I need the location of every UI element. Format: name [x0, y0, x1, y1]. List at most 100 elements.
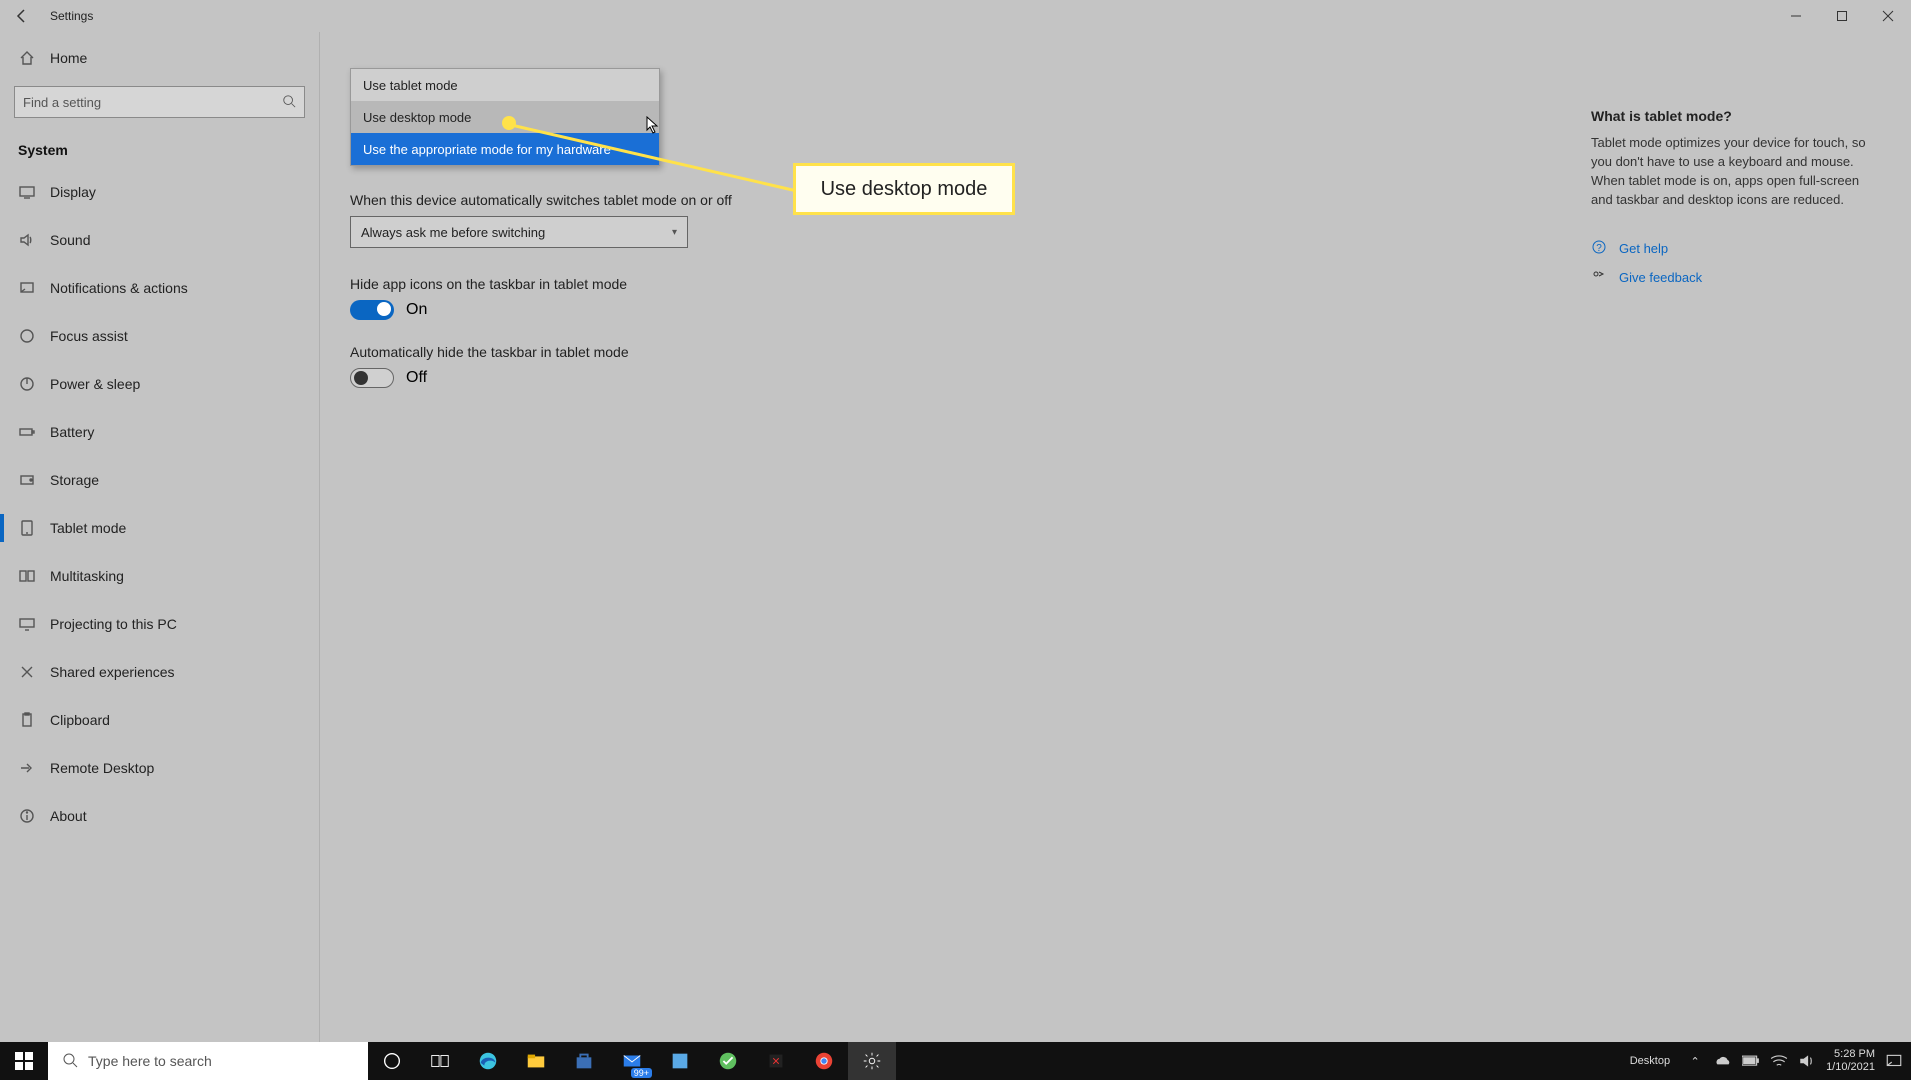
sidebar-item-label: Battery: [50, 424, 94, 440]
edge-icon[interactable]: [464, 1042, 512, 1080]
window-controls: [1773, 0, 1911, 32]
tray-clock[interactable]: 5:28 PM 1/10/2021: [1826, 1048, 1875, 1073]
sidebar-item-display[interactable]: Display: [0, 168, 319, 216]
info-heading: What is tablet mode?: [1591, 108, 1871, 124]
desktop-label[interactable]: Desktop: [1630, 1055, 1670, 1067]
store-icon[interactable]: [560, 1042, 608, 1080]
cortana-icon[interactable]: [368, 1042, 416, 1080]
feedback-label: Give feedback: [1619, 270, 1702, 285]
search-icon: [62, 1052, 78, 1071]
sidebar-item-about[interactable]: About: [0, 792, 319, 840]
hide-icons-toggle[interactable]: [350, 300, 394, 320]
sidebar-item-tablet-mode[interactable]: Tablet mode: [0, 504, 319, 552]
hide-taskbar-toggle[interactable]: [350, 368, 394, 388]
multitasking-icon: [18, 567, 36, 585]
mail-badge: 99+: [631, 1068, 652, 1078]
search-input[interactable]: Find a setting: [14, 86, 305, 118]
sidebar-item-projecting[interactable]: Projecting to this PC: [0, 600, 319, 648]
task-view-icon[interactable]: [416, 1042, 464, 1080]
start-button[interactable]: [0, 1042, 48, 1080]
sidebar-item-focus-assist[interactable]: Focus assist: [0, 312, 319, 360]
back-button[interactable]: [0, 0, 44, 32]
sidebar-item-label: Notifications & actions: [50, 280, 188, 296]
sidebar-item-storage[interactable]: Storage: [0, 456, 319, 504]
sidebar-item-shared[interactable]: Shared experiences: [0, 648, 319, 696]
sidebar-item-battery[interactable]: Battery: [0, 408, 319, 456]
help-icon: ?: [1591, 239, 1607, 258]
titlebar: Settings: [0, 0, 1911, 32]
tray-chevron-icon[interactable]: ⌃: [1686, 1052, 1704, 1070]
callout-text: Use desktop mode: [821, 178, 988, 201]
sidebar-item-sound[interactable]: Sound: [0, 216, 319, 264]
sidebar-item-label: Storage: [50, 472, 99, 488]
sidebar-home-label: Home: [50, 50, 87, 66]
sidebar-item-label: Display: [50, 184, 96, 200]
volume-icon[interactable]: [1798, 1052, 1816, 1070]
sidebar-item-clipboard[interactable]: Clipboard: [0, 696, 319, 744]
dropdown-option-label: Use desktop mode: [363, 110, 471, 125]
sidebar-category: System: [0, 128, 319, 168]
taskbar-search-placeholder: Type here to search: [88, 1053, 212, 1069]
callout-box: Use desktop mode: [793, 163, 1015, 215]
sidebar-item-label: Projecting to this PC: [50, 616, 177, 632]
feedback-icon: [1591, 268, 1607, 287]
sidebar-item-label: Shared experiences: [50, 664, 175, 680]
sidebar-item-label: Clipboard: [50, 712, 110, 728]
tray-time: 5:28 PM: [1826, 1048, 1875, 1061]
sidebar-item-label: About: [50, 808, 87, 824]
sidebar-item-remote[interactable]: Remote Desktop: [0, 744, 319, 792]
app-icon-1[interactable]: [656, 1042, 704, 1080]
get-help-link[interactable]: ? Get help: [1591, 239, 1871, 258]
sidebar-home[interactable]: Home: [0, 36, 319, 80]
app-icon-2[interactable]: [704, 1042, 752, 1080]
taskbar-search[interactable]: Type here to search: [48, 1042, 368, 1080]
close-button[interactable]: [1865, 0, 1911, 32]
projecting-icon: [18, 615, 36, 633]
maximize-button[interactable]: [1819, 0, 1865, 32]
switch-mode-combo[interactable]: Always ask me before switching ▾: [350, 216, 688, 248]
wifi-icon[interactable]: [1770, 1052, 1788, 1070]
sidebar-item-label: Multitasking: [50, 568, 124, 584]
battery-tray-icon[interactable]: [1742, 1052, 1760, 1070]
tablet-icon: [18, 519, 36, 537]
callout-dot: [502, 116, 516, 130]
app-icon-3[interactable]: [752, 1042, 800, 1080]
power-icon: [18, 375, 36, 393]
sidebar-item-label: Focus assist: [50, 328, 128, 344]
notifications-tray-icon[interactable]: [1885, 1052, 1903, 1070]
feedback-link[interactable]: Give feedback: [1591, 268, 1871, 287]
search-placeholder: Find a setting: [23, 95, 101, 110]
switch-mode-value: Always ask me before switching: [361, 225, 545, 240]
onedrive-icon[interactable]: [1714, 1052, 1732, 1070]
notifications-icon: [18, 279, 36, 297]
get-help-label: Get help: [1619, 241, 1668, 256]
hide-icons-value: On: [406, 301, 427, 319]
dropdown-option-label: Use the appropriate mode for my hardware: [363, 142, 611, 157]
sidebar-item-label: Remote Desktop: [50, 760, 154, 776]
main-content: When this device automatically switches …: [320, 32, 1911, 1042]
clipboard-icon: [18, 711, 36, 729]
sidebar-item-multitasking[interactable]: Multitasking: [0, 552, 319, 600]
sidebar: Home Find a setting System Display Sound…: [0, 32, 320, 1042]
sidebar-item-notifications[interactable]: Notifications & actions: [0, 264, 319, 312]
sidebar-item-label: Power & sleep: [50, 376, 140, 392]
tray-date: 1/10/2021: [1826, 1061, 1875, 1074]
sidebar-item-label: Tablet mode: [50, 520, 126, 536]
battery-icon: [18, 423, 36, 441]
storage-icon: [18, 471, 36, 489]
chrome-icon[interactable]: [800, 1042, 848, 1080]
hide-taskbar-label: Automatically hide the taskbar in tablet…: [350, 344, 1050, 360]
sound-icon: [18, 231, 36, 249]
hide-icons-label: Hide app icons on the taskbar in tablet …: [350, 276, 1050, 292]
hide-taskbar-value: Off: [406, 369, 427, 387]
info-panel: What is tablet mode? Tablet mode optimiz…: [1591, 108, 1871, 297]
display-icon: [18, 183, 36, 201]
minimize-button[interactable]: [1773, 0, 1819, 32]
dropdown-option-tablet[interactable]: Use tablet mode: [351, 69, 659, 101]
settings-icon[interactable]: [848, 1042, 896, 1080]
mail-icon[interactable]: 99+: [608, 1042, 656, 1080]
explorer-icon[interactable]: [512, 1042, 560, 1080]
system-tray: Desktop ⌃ 5:28 PM 1/10/2021: [1630, 1048, 1903, 1073]
sidebar-item-power[interactable]: Power & sleep: [0, 360, 319, 408]
remote-icon: [18, 759, 36, 777]
